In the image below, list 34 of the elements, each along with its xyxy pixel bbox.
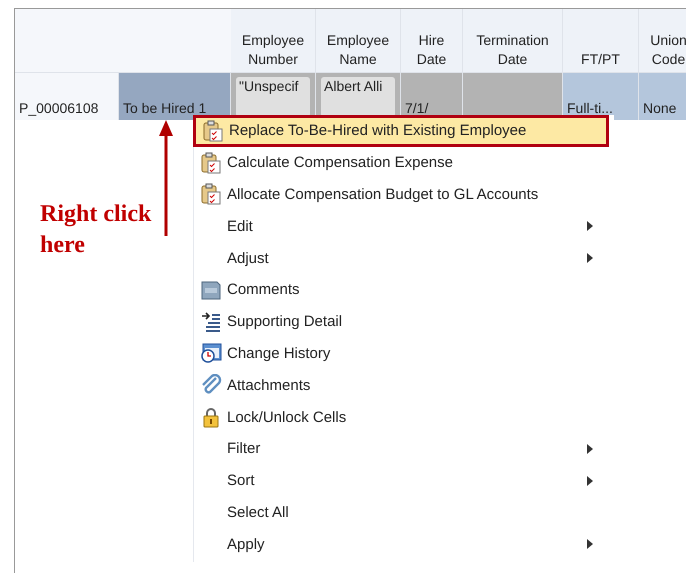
column-header: Hire Date: [401, 9, 463, 73]
menu-item[interactable]: Attachments: [194, 369, 614, 402]
column-header: Union Code: [639, 9, 686, 73]
row-header[interactable]: P_00006108: [15, 73, 119, 120]
menu-item[interactable]: Edit: [194, 210, 614, 242]
cell-value: "Unspecif: [236, 77, 310, 117]
column-header: FT/PT: [563, 9, 639, 73]
menu-item[interactable]: Sort: [194, 464, 614, 497]
note-icon: [200, 278, 222, 301]
clipboard-icon: [200, 183, 222, 206]
cell-value: Albert Alli: [321, 77, 395, 117]
paperclip-icon: [200, 374, 222, 396]
menu-item[interactable]: Select All: [194, 496, 614, 528]
table-cell[interactable]: None: [639, 73, 686, 120]
menu-item[interactable]: Adjust: [194, 242, 614, 274]
menu-item[interactable]: Supporting Detail: [194, 306, 614, 338]
table-cell[interactable]: Full-ti...: [563, 73, 639, 120]
menu-item[interactable]: Change History: [194, 338, 614, 370]
menu-item[interactable]: Allocate Compensation Budget to GL Accounts: [194, 178, 614, 210]
clipboard-icon: [200, 152, 222, 174]
column-header: Employee Name: [316, 9, 401, 73]
menu-item[interactable]: Apply: [194, 528, 614, 560]
menu-item[interactable]: Filter: [194, 432, 614, 465]
calendar-clock-icon: [200, 342, 222, 364]
column-header: Termination Date: [463, 9, 563, 73]
menu-item[interactable]: Replace To-Be-Hired with Existing Employee: [193, 115, 609, 147]
menu-item[interactable]: Comments: [194, 274, 614, 306]
indent-list-icon: [200, 310, 222, 333]
annotation-text: Right click here: [40, 200, 152, 260]
menu-item[interactable]: Lock/Unlock Cells: [194, 401, 614, 433]
menu-item[interactable]: Calculate Compensation Expense: [194, 146, 614, 179]
row-header[interactable]: To be Hired 1: [119, 73, 231, 120]
clipboard-icon: [202, 120, 224, 142]
column-header: Employee Number: [231, 9, 316, 73]
